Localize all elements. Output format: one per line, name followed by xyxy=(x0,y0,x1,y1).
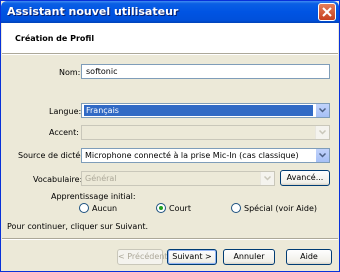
training-label: Apprentissage initial: xyxy=(51,192,136,201)
chevron-down-icon xyxy=(319,153,326,158)
chevron-down-icon xyxy=(264,176,271,181)
training-option-none[interactable]: Aucun xyxy=(92,204,117,213)
name-label: Nom: xyxy=(59,68,81,77)
dictation-source-label: Source de dictée: xyxy=(18,151,88,160)
close-button[interactable] xyxy=(318,3,336,21)
accent-select xyxy=(81,125,330,140)
dictation-source-value: Microphone connecté à la prise Mic-In (c… xyxy=(85,151,299,160)
vocabulary-value: Général xyxy=(85,174,117,183)
cancel-button[interactable]: Annuler xyxy=(223,249,275,265)
language-value: Français xyxy=(84,105,313,116)
radio-selected-dot xyxy=(159,206,163,210)
accent-dropdown-button xyxy=(315,126,329,139)
chevron-down-icon xyxy=(319,130,326,135)
language-label: Langue: xyxy=(49,107,82,116)
vocabulary-label: Vocabulaire: xyxy=(33,175,83,184)
header-panel: Création de Profil xyxy=(2,23,338,53)
title-bar[interactable]: Assistant nouvel utilisateur xyxy=(1,1,339,23)
header-divider xyxy=(2,53,338,55)
language-select[interactable]: Français xyxy=(81,103,330,118)
wizard-window: Assistant nouvel utilisateur Création de… xyxy=(0,0,340,272)
window-title: Assistant nouvel utilisateur xyxy=(7,5,179,18)
chevron-down-icon xyxy=(319,108,326,113)
page-title: Création de Profil xyxy=(15,34,95,43)
instruction-text: Pour continuer, cliquer sur Suivant. xyxy=(7,222,149,231)
close-icon xyxy=(322,7,332,17)
accent-label: Accent: xyxy=(49,128,79,137)
training-option-special[interactable]: Spécial (voir Aide) xyxy=(244,204,317,213)
training-radio-none[interactable] xyxy=(79,203,89,213)
dictation-source-dropdown-button[interactable] xyxy=(315,149,329,162)
vocabulary-select: Général xyxy=(81,171,275,186)
training-radio-short[interactable] xyxy=(156,203,166,213)
training-option-short[interactable]: Court xyxy=(169,204,191,213)
training-radio-special[interactable] xyxy=(231,203,241,213)
language-dropdown-button[interactable] xyxy=(315,104,329,117)
next-button[interactable]: Suivant > xyxy=(167,249,217,265)
dictation-source-select[interactable]: Microphone connecté à la prise Mic-In (c… xyxy=(81,148,330,163)
vocabulary-dropdown-button xyxy=(260,172,274,185)
name-input[interactable]: softonic xyxy=(81,64,330,79)
advanced-button[interactable]: Avancé... xyxy=(280,170,330,186)
help-button[interactable]: Aide xyxy=(286,249,332,265)
previous-button[interactable]: < Précédent xyxy=(117,249,168,265)
footer-divider xyxy=(2,238,338,240)
